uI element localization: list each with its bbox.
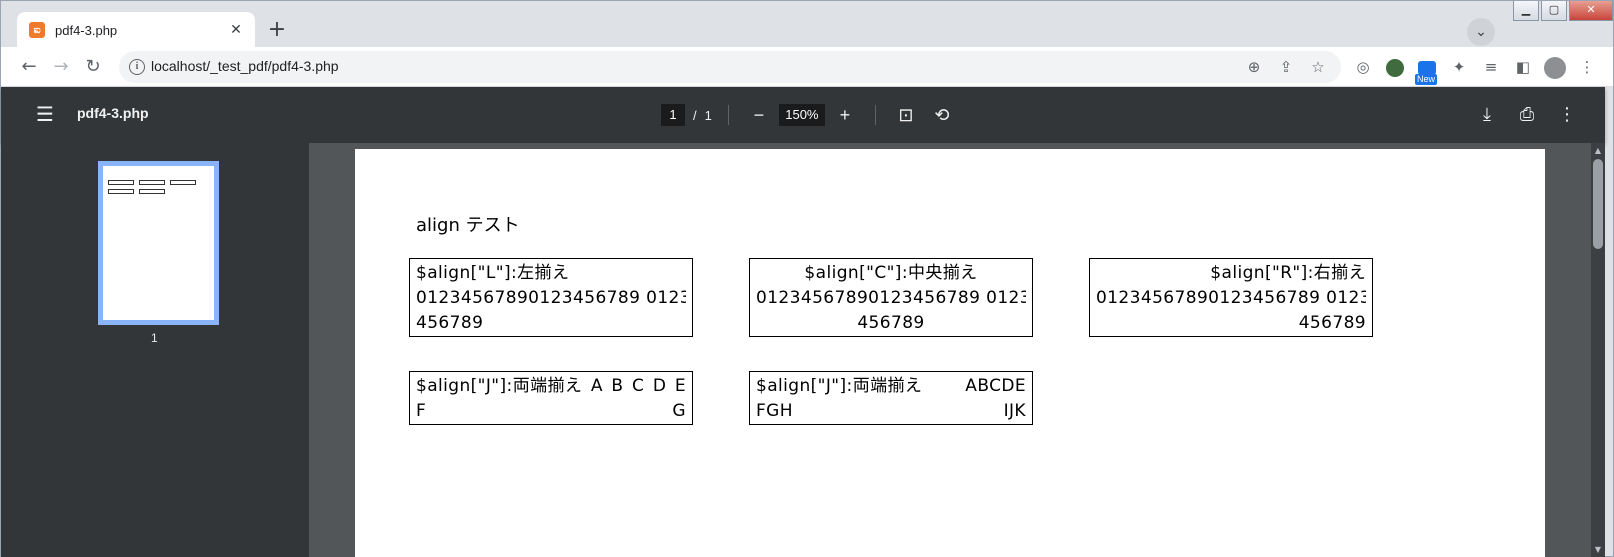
tab-pdf[interactable]: ಐ pdf4-3.php ✕ bbox=[17, 12, 255, 48]
browser-toolbar: ← → ↻ i localhost/_test_pdf/pdf4-3.php ⊕… bbox=[1, 47, 1613, 87]
thumbnail-box bbox=[108, 189, 134, 194]
cell-word: IJK bbox=[1003, 401, 1026, 421]
total-pages: 1 bbox=[704, 107, 712, 123]
extensions-area: ◎ New ✦ ≡ ◧ ⋮ bbox=[1349, 53, 1605, 85]
page-number-input[interactable]: 1 bbox=[661, 104, 685, 126]
cell-align-left: $align["L"]:左揃え 01234567890123456789 012… bbox=[409, 258, 693, 337]
scroll-up-icon[interactable]: ▲ bbox=[1593, 146, 1603, 156]
page-thumbnail[interactable] bbox=[98, 161, 219, 325]
more-options-icon[interactable]: ⋮ bbox=[1553, 101, 1581, 129]
minimize-icon[interactable]: ▁ bbox=[1513, 1, 1539, 21]
zoom-magnifier-icon[interactable]: ⊕ bbox=[1243, 56, 1265, 78]
cell-line: FGH IJK bbox=[756, 399, 1026, 424]
cell-line: 01234567890123456789 0123 bbox=[1096, 288, 1366, 308]
cell-line: $align["L"]:左揃え bbox=[416, 263, 570, 283]
profile-avatar[interactable] bbox=[1541, 53, 1569, 81]
url-text[interactable]: localhost/_test_pdf/pdf4-3.php bbox=[151, 58, 339, 74]
reload-icon[interactable]: ↻ bbox=[79, 53, 107, 81]
media-queue-icon[interactable]: ≡ bbox=[1477, 53, 1505, 81]
cell-align-right: $align["R"]:右揃え 01234567890123456789 012… bbox=[1089, 258, 1373, 337]
scrollbar-thumb[interactable] bbox=[1593, 159, 1603, 249]
thumbnail-box bbox=[170, 180, 196, 185]
cell-word: FGH bbox=[756, 401, 793, 421]
window-controls: ▁ ▢ ✕ bbox=[1511, 1, 1613, 21]
cell-word: $align["J"]:両端揃え bbox=[416, 376, 583, 396]
tab-strip: ಐ pdf4-3.php ✕ + ⌄ ▁ ▢ ✕ bbox=[1, 1, 1613, 48]
info-icon[interactable]: i bbox=[129, 59, 145, 75]
bookmark-star-icon[interactable]: ☆ bbox=[1307, 56, 1329, 78]
tab-search-chevron-down-icon[interactable]: ⌄ bbox=[1467, 18, 1495, 46]
new-tab-button[interactable]: + bbox=[263, 16, 291, 44]
pdf-page-zoom-controls: 1 / 1 − 150% + ⊡ ⟲ bbox=[661, 101, 956, 129]
pdf-actions: ⤓ ⎙ ⋮ bbox=[1461, 101, 1581, 129]
hamburger-menu-icon[interactable]: ☰ bbox=[33, 103, 57, 127]
maximize-icon[interactable]: ▢ bbox=[1541, 1, 1567, 21]
cell-word: E bbox=[674, 376, 686, 396]
rotate-icon[interactable]: ⟲ bbox=[928, 101, 956, 129]
cell-word: ABCDE bbox=[965, 376, 1026, 396]
close-icon[interactable]: ✕ bbox=[227, 21, 245, 39]
scroll-down-icon[interactable]: ▼ bbox=[1593, 545, 1603, 555]
pdf-title: pdf4-3.php bbox=[77, 105, 149, 121]
cell-line: $align["J"]:両端揃え ABCDE bbox=[756, 374, 1026, 399]
cell-word: D bbox=[652, 376, 667, 396]
cell-align-justify-1: $align["J"]:両端揃え A B C D E F G bbox=[409, 371, 693, 425]
new-badge: New bbox=[1415, 74, 1438, 85]
extensions-puzzle-icon[interactable]: ✦ bbox=[1445, 53, 1473, 81]
divider bbox=[727, 105, 729, 125]
cell-line: 456789 bbox=[416, 313, 484, 333]
cell-line: $align["J"]:両端揃え A B C D E bbox=[416, 374, 686, 399]
cell-line: F G bbox=[416, 399, 686, 424]
cell-line: 456789 bbox=[1298, 313, 1366, 333]
cell-align-center: $align["C"]:中央揃え 01234567890123456789 01… bbox=[749, 258, 1033, 337]
download-icon[interactable]: ⤓ bbox=[1473, 101, 1501, 129]
pdf-page: align テスト $align["L"]:左揃え 01234567890123… bbox=[355, 149, 1545, 557]
address-bar[interactable]: i localhost/_test_pdf/pdf4-3.php ⊕ ⇪ ☆ bbox=[119, 51, 1341, 83]
page-separator: / bbox=[693, 107, 697, 123]
cell-word: B bbox=[611, 376, 624, 396]
cell-line: 01234567890123456789 0123 bbox=[756, 288, 1026, 308]
extension-green-icon[interactable] bbox=[1381, 53, 1409, 81]
vertical-scrollbar[interactable]: ▲ ▼ bbox=[1591, 143, 1605, 557]
tab-title: pdf4-3.php bbox=[55, 22, 118, 38]
share-icon[interactable]: ⇪ bbox=[1275, 56, 1297, 78]
cell-align-justify-2: $align["J"]:両端揃え ABCDE FGH IJK bbox=[749, 371, 1033, 425]
window-close-icon[interactable]: ✕ bbox=[1569, 1, 1613, 21]
back-arrow-icon[interactable]: ← bbox=[15, 53, 43, 81]
cell-word: C bbox=[632, 376, 645, 396]
browser-window: ಐ pdf4-3.php ✕ + ⌄ ▁ ▢ ✕ ← → ↻ i localho… bbox=[0, 0, 1614, 557]
fit-page-icon[interactable]: ⊡ bbox=[892, 101, 920, 129]
zoom-in-icon[interactable]: + bbox=[831, 101, 859, 129]
thumbnail-box bbox=[108, 180, 134, 185]
xampp-favicon-icon: ಐ bbox=[29, 22, 45, 38]
cell-line: $align["R"]:右揃え bbox=[1210, 263, 1366, 283]
cell-word: G bbox=[672, 401, 686, 421]
menu-kebab-icon[interactable]: ⋮ bbox=[1573, 53, 1601, 81]
thumbnail-box bbox=[139, 189, 165, 194]
cell-word: A bbox=[590, 376, 603, 396]
cell-word: F bbox=[416, 401, 427, 421]
page-heading: align テスト bbox=[416, 215, 520, 236]
thumbnail-page-label: 1 bbox=[151, 331, 158, 345]
divider bbox=[874, 105, 876, 125]
cell-line: 01234567890123456789 0123 bbox=[416, 288, 686, 308]
print-icon[interactable]: ⎙ bbox=[1513, 101, 1541, 129]
thumbnail-box bbox=[139, 180, 165, 185]
pdf-toolbar: ☰ pdf4-3.php 1 / 1 − 150% + ⊡ ⟲ ⤓ ⎙ ⋮ bbox=[1, 87, 1605, 143]
pdf-viewer[interactable]: align テスト $align["L"]:左揃え 01234567890123… bbox=[309, 143, 1605, 557]
extension-new-icon[interactable]: New bbox=[1413, 53, 1441, 85]
forward-arrow-icon[interactable]: → bbox=[47, 53, 75, 81]
side-panel-icon[interactable]: ◧ bbox=[1509, 53, 1537, 81]
thumbnail-sidebar: 1 bbox=[1, 143, 309, 557]
cell-line: $align["C"]:中央揃え bbox=[804, 263, 978, 283]
extension-headphones-icon[interactable]: ◎ bbox=[1349, 53, 1377, 81]
zoom-out-icon[interactable]: − bbox=[745, 101, 773, 129]
cell-word: $align["J"]:両端揃え bbox=[756, 376, 923, 396]
omnibox-actions: ⊕ ⇪ ☆ bbox=[1233, 56, 1329, 78]
cell-line: 456789 bbox=[857, 313, 925, 333]
zoom-input[interactable]: 150% bbox=[778, 104, 825, 126]
